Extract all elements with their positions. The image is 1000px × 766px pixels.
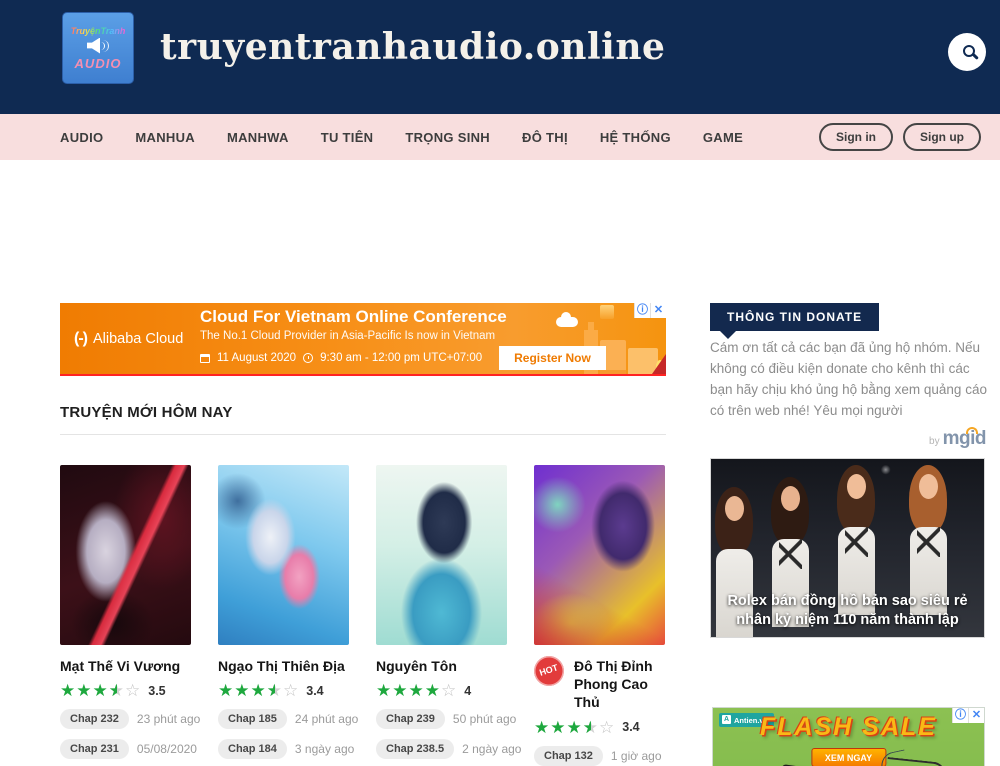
search-icon: [963, 45, 975, 57]
auth-buttons: Sign in Sign up: [819, 123, 981, 151]
chapter-link[interactable]: Chap 185: [218, 709, 287, 729]
chapter-row: Chap 132 1 giờ ago: [534, 746, 665, 766]
section-title-new-today: TRUYỆN MỚI HÔM NAY: [60, 404, 233, 421]
comic-title[interactable]: Nguyên Tôn: [376, 657, 507, 675]
nav-item-game[interactable]: GAME: [703, 130, 743, 145]
chapter-time: 23 phút ago: [137, 712, 200, 726]
clock-icon: [303, 353, 313, 363]
chapter-link[interactable]: Chap 232: [60, 709, 129, 729]
site-header: TruyệnTranh AUDIO truyentranhaudio.onlin…: [0, 0, 1000, 114]
selfie-stick-image: [885, 757, 948, 766]
flash-sale-title: FLASH SALE: [713, 713, 984, 742]
chapter-time: 24 phút ago: [295, 712, 358, 726]
site-title[interactable]: truyentranhaudio.online: [160, 26, 665, 68]
comic-title[interactable]: HOT Đô Thị Đỉnh Phong Cao Thủ: [534, 657, 665, 712]
site-logo[interactable]: TruyệnTranh AUDIO: [62, 12, 134, 84]
comic-title[interactable]: Ngạo Thị Thiên Địa: [218, 657, 349, 675]
section-divider: [60, 434, 666, 435]
ad-info-icon[interactable]: ⓘ: [634, 303, 650, 318]
alibaba-bracket-icon: (-): [74, 330, 87, 348]
register-now-button[interactable]: Register Now: [499, 346, 606, 370]
hot-badge: HOT: [530, 652, 568, 690]
search-button[interactable]: [948, 33, 986, 71]
flash-sale-ad[interactable]: Antien.vn FLASH SALE XEM NGAY ⓘ ✕: [712, 707, 985, 766]
ad-info-icon[interactable]: ⓘ: [952, 708, 968, 723]
nav-item-manhua[interactable]: MANHUA: [135, 130, 195, 145]
nav-item-tu-tien[interactable]: TU TIÊN: [321, 130, 374, 145]
comic-cover[interactable]: [376, 465, 507, 645]
banner-ad-date: 11 August 2020: [217, 352, 296, 364]
comic-card: Ngạo Thị Thiên Địa ★★★★★☆ 3.4 Chap 185 2…: [218, 465, 349, 766]
logo-text-top: TruyệnTranh: [71, 26, 126, 36]
nav-items: AUDIO MANHUA MANHWA TU TIÊN TRỌNG SINH Đ…: [60, 130, 743, 145]
donate-text: Cám ơn tất cả các bạn đã ủng hộ nhóm. Nế…: [710, 338, 992, 422]
chapter-time: 2 ngày ago: [462, 742, 521, 756]
chapter-link[interactable]: Chap 132: [534, 746, 603, 766]
ad-close-icon[interactable]: ✕: [650, 303, 666, 318]
comic-cover[interactable]: [218, 465, 349, 645]
sign-up-button[interactable]: Sign up: [903, 123, 981, 151]
comic-card: HOT Đô Thị Đỉnh Phong Cao Thủ ★★★★★☆ 3.4…: [534, 465, 665, 766]
comic-card: Nguyên Tôn ★★★★☆ 4 Chap 239 50 phút ago …: [376, 465, 507, 766]
chapter-link[interactable]: Chap 231: [60, 739, 129, 759]
ad-close-icon[interactable]: ✕: [968, 708, 984, 723]
comic-cover[interactable]: [534, 465, 665, 645]
rating-value: 3.5: [148, 684, 165, 698]
chapter-row: Chap 239 50 phút ago: [376, 709, 507, 729]
native-ad[interactable]: Rolex bán đồng hồ bản sao siêu rẻ nhân k…: [710, 458, 985, 638]
chapter-row: Chap 184 3 ngày ago: [218, 739, 349, 759]
chapter-time: 50 phút ago: [453, 712, 516, 726]
rating-value: 3.4: [306, 684, 323, 698]
rating-stars: ★★★★★☆ 3.5: [60, 682, 191, 699]
chapter-link[interactable]: Chap 238.5: [376, 739, 454, 759]
speaker-icon: [87, 38, 109, 54]
nav-item-he-thong[interactable]: HỆ THỐNG: [600, 130, 671, 145]
chapter-time: 05/08/2020: [137, 742, 197, 756]
chapter-row: Chap 238.5 2 ngày ago: [376, 739, 507, 759]
banner-ad-title: Cloud For Vietnam Online Conference: [200, 307, 606, 327]
rating-stars: ★★★★★☆ 3.4: [218, 682, 349, 699]
rating-value: 3.4: [622, 720, 639, 734]
nav-item-trong-sinh[interactable]: TRỌNG SINH: [405, 130, 490, 145]
nav-item-manhwa[interactable]: MANHWA: [227, 130, 289, 145]
chapter-row: Chap 185 24 phút ago: [218, 709, 349, 729]
comic-card: Mạt Thế Vi Vương ★★★★★☆ 3.5 Chap 232 23 …: [60, 465, 191, 766]
mgid-logo: mgid: [943, 428, 986, 449]
chapter-link[interactable]: Chap 184: [218, 739, 287, 759]
banner-ad-time: 9:30 am - 12:00 pm UTC+07:00: [320, 352, 482, 364]
xem-ngay-button[interactable]: XEM NGAY: [811, 748, 886, 766]
rating-value: 4: [464, 684, 471, 698]
chapter-row: Chap 231 05/08/2020: [60, 739, 191, 759]
chapter-time: 3 ngày ago: [295, 742, 354, 756]
comic-card-list: Mạt Thế Vi Vương ★★★★★☆ 3.5 Chap 232 23 …: [60, 465, 672, 766]
sign-in-button[interactable]: Sign in: [819, 123, 893, 151]
comic-title[interactable]: Mạt Thế Vi Vương: [60, 657, 191, 675]
nav-item-audio[interactable]: AUDIO: [60, 130, 103, 145]
native-ad-caption: Rolex bán đồng hồ bản sao siêu rẻ nhân k…: [717, 592, 978, 630]
calendar-icon: [200, 354, 210, 363]
rating-stars: ★★★★★☆ 3.4: [534, 719, 665, 736]
chapter-link[interactable]: Chap 239: [376, 709, 445, 729]
nav-item-do-thi[interactable]: ĐÔ THỊ: [522, 130, 568, 145]
banner-ad[interactable]: (-) Alibaba Cloud Cloud For Vietnam Onli…: [60, 303, 666, 376]
alibaba-cloud-logo: (-) Alibaba Cloud: [74, 330, 192, 348]
banner-ad-subtitle: The No.1 Cloud Provider in Asia-Pacific …: [200, 330, 606, 342]
comic-cover[interactable]: [60, 465, 191, 645]
donate-ribbon: THÔNG TIN DONATE: [710, 303, 879, 331]
main-nav: AUDIO MANHUA MANHWA TU TIÊN TRỌNG SINH Đ…: [0, 114, 1000, 160]
banner-ad-copy: Cloud For Vietnam Online Conference The …: [200, 307, 606, 370]
rating-stars: ★★★★☆ 4: [376, 682, 507, 699]
mgid-attribution[interactable]: bymgid: [710, 428, 986, 450]
chapter-time: 1 giờ ago: [611, 749, 662, 763]
chapter-row: Chap 232 23 phút ago: [60, 709, 191, 729]
logo-text-audio: AUDIO: [75, 56, 122, 71]
